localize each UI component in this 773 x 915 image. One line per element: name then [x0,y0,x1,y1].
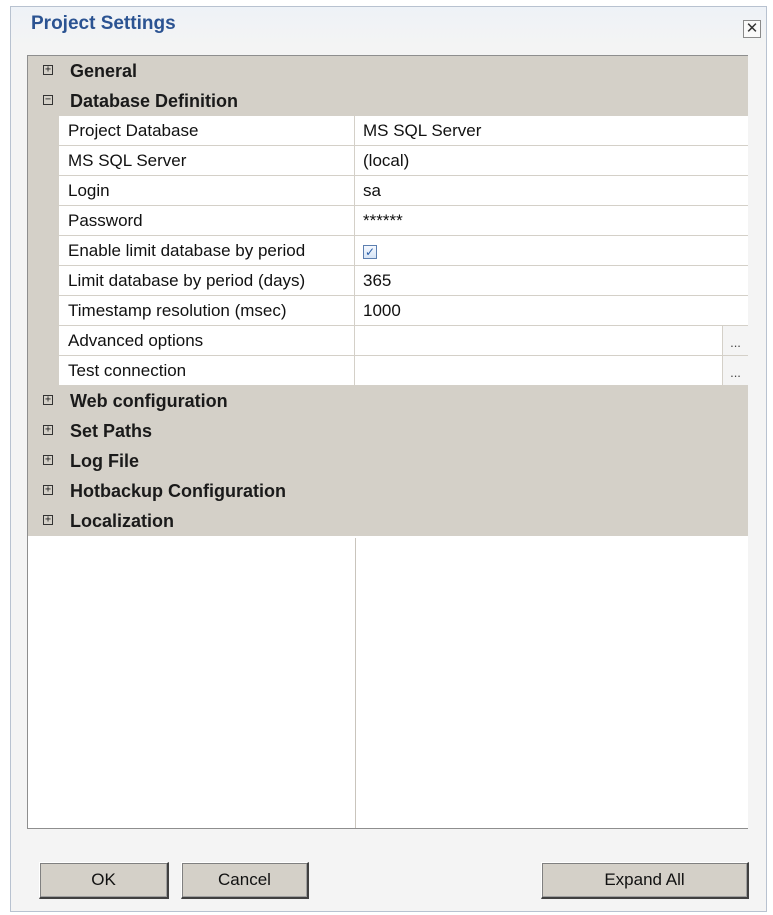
expand-icon[interactable]: + [43,455,53,465]
category-label: Database Definition [70,91,239,111]
category-label: General [70,61,138,81]
expand-icon[interactable]: + [43,65,53,75]
property-name: Advanced options [59,326,355,356]
row-gutter [28,236,59,266]
property-name: Password [59,206,355,236]
property-name: Login [59,176,355,206]
property-name: Limit database by period (days) [59,266,355,296]
property-row-timestamp-resolution[interactable]: Timestamp resolution (msec) 1000 [28,296,748,326]
property-row-password[interactable]: Password ****** [28,206,748,236]
property-name: Timestamp resolution (msec) [59,296,355,326]
row-gutter [28,116,59,146]
expand-icon[interactable]: + [43,425,53,435]
password-field[interactable]: ****** [355,206,748,236]
row-gutter [28,146,59,176]
property-value[interactable]: sa [355,176,748,206]
property-row-project-database[interactable]: Project Database MS SQL Server [28,116,748,146]
property-row-test-connection[interactable]: Test connection ... [28,356,748,386]
close-icon[interactable]: ✕ [743,20,761,38]
category-label: Set Paths [70,421,153,441]
category-localization[interactable]: + Localization [28,506,748,536]
row-gutter [28,356,59,386]
property-value[interactable]: 365 [355,266,748,296]
expand-all-button[interactable]: Expand All [541,862,749,899]
row-gutter [28,176,59,206]
category-label: Log File [70,451,139,471]
property-name: MS SQL Server [59,146,355,176]
category-web-configuration[interactable]: + Web configuration [28,386,748,416]
property-row-ms-sql-server[interactable]: MS SQL Server (local) [28,146,748,176]
property-name: Test connection [59,356,355,386]
property-row-advanced-options[interactable]: Advanced options ... [28,326,748,356]
property-value[interactable]: ... [355,326,748,356]
column-divider [355,538,356,828]
property-row-login[interactable]: Login sa [28,176,748,206]
dialog-title: Project Settings [31,13,176,34]
property-value[interactable]: ... [355,356,748,386]
property-value[interactable]: (local) [355,146,748,176]
property-value[interactable]: MS SQL Server [355,116,748,146]
checkbox-checked-icon[interactable]: ✓ [363,245,377,259]
cancel-button[interactable]: Cancel [181,862,309,899]
expand-icon[interactable]: + [43,485,53,495]
category-database-definition[interactable]: − Database Definition [28,86,748,116]
expand-icon[interactable]: + [43,515,53,525]
ok-button[interactable]: OK [39,862,169,899]
expand-icon[interactable]: + [43,395,53,405]
property-row-enable-limit[interactable]: Enable limit database by period ✓ [28,236,748,266]
title-bar: Project Settings ✕ [11,7,766,41]
property-value: ✓ [355,236,748,266]
row-gutter [28,266,59,296]
row-gutter [28,326,59,356]
category-label: Localization [70,511,175,531]
property-name: Enable limit database by period [59,236,355,266]
category-general[interactable]: + General [28,56,748,86]
collapse-icon[interactable]: − [43,95,53,105]
property-value[interactable]: 1000 [355,296,748,326]
row-gutter [28,206,59,236]
property-name: Project Database [59,116,355,146]
property-row-limit-days[interactable]: Limit database by period (days) 365 [28,266,748,296]
category-hotbackup-configuration[interactable]: + Hotbackup Configuration [28,476,748,506]
category-label: Hotbackup Configuration [70,481,286,501]
ellipsis-icon[interactable]: ... [722,326,748,355]
property-grid: + General − Database Definition Project … [27,55,748,829]
category-log-file[interactable]: + Log File [28,446,748,476]
category-set-paths[interactable]: + Set Paths [28,416,748,446]
ellipsis-icon[interactable]: ... [722,356,748,385]
category-label: Web configuration [70,391,228,411]
row-gutter [28,296,59,326]
